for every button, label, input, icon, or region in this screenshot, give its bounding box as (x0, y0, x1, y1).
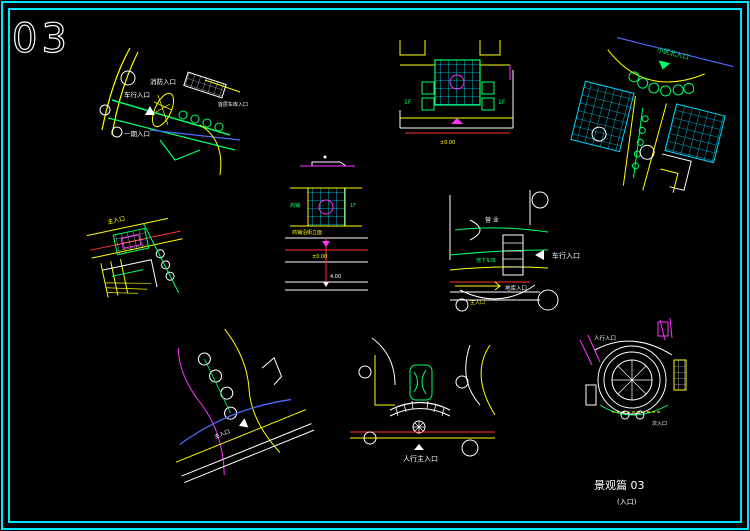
plan-8-pedestrian-entrance: 人行主入口 (350, 337, 496, 463)
entrance-arrow-icon (414, 444, 424, 450)
plan1-fire-label: 消防入口 (150, 77, 176, 86)
plan2-level-label: ±0.00 (440, 140, 455, 146)
plan9-sub-label: 次入口 (652, 420, 667, 427)
plan8-entry-label: 人行主入口 (403, 454, 438, 463)
plan1-note-label: 首层车库入口 (218, 101, 248, 108)
sheet-subtitle: (入口) (617, 498, 637, 506)
plan5-axis-label: 4.00 (330, 274, 341, 280)
cad-sheet: 03 车行入口 消防入口 一期入口 首层车库入口 1F 1F ±0.00 小区北… (1, 1, 749, 530)
plan5-left-label: 商铺 (290, 202, 300, 209)
plan-4-main-entrance: 主入口 (86, 214, 183, 298)
plan3-entry-label: 小区北入口 (656, 45, 690, 62)
entrance-arrow-icon (238, 418, 249, 428)
plan-2-courtyard-entrance: 1F 1F ±0.00 (399, 40, 514, 146)
plan6-walk-label: 地库入口 (505, 284, 527, 292)
plan6-shop-label: 营 业 (485, 216, 499, 224)
plan5-note-label: 商铺沿街立面 (292, 229, 322, 236)
plan-5-shop-entrance: 商铺 1F 商铺沿街立面 ±0.00 4.00 (285, 155, 368, 291)
plan-7-main-entrance: 主入口 (175, 328, 315, 484)
sheet-title: 景观篇 03 (594, 478, 645, 492)
plan1-ped-label: 一期入口 (124, 130, 150, 138)
plan5-level-label: ±0.00 (312, 254, 327, 260)
plan-9-pedestrian-entrance: 人行入口 次入口 (579, 317, 687, 427)
plan6-car-label: 车行入口 (552, 251, 580, 260)
plan2-right-label: 1F (498, 99, 506, 106)
plan6-main-label: 主入口 (470, 299, 485, 306)
sheet-number: 03 (12, 16, 71, 62)
plan-1-car-entrance: 车行入口 消防入口 一期入口 首层车库入口 (99, 47, 248, 176)
plan2-left-label: 1F (404, 99, 412, 106)
plan9-entry-label: 人行入口 (594, 334, 616, 342)
plan4-entry-label: 主入口 (107, 214, 126, 226)
direction-arrow-icon (658, 60, 671, 70)
plan6-garage-label: 地下车库 (476, 257, 496, 264)
plan5-right-label: 1F (350, 203, 356, 209)
inner-frame (8, 8, 742, 523)
plan1-car-label: 车行入口 (124, 90, 150, 99)
plan-3-north-entrance: 小区北入口 (570, 36, 734, 193)
entrance-arrow-icon (535, 250, 544, 260)
plan-6-vehicle-entrance: 营 业 车行入口 地下车库 地库入口 主入口 (449, 190, 580, 312)
